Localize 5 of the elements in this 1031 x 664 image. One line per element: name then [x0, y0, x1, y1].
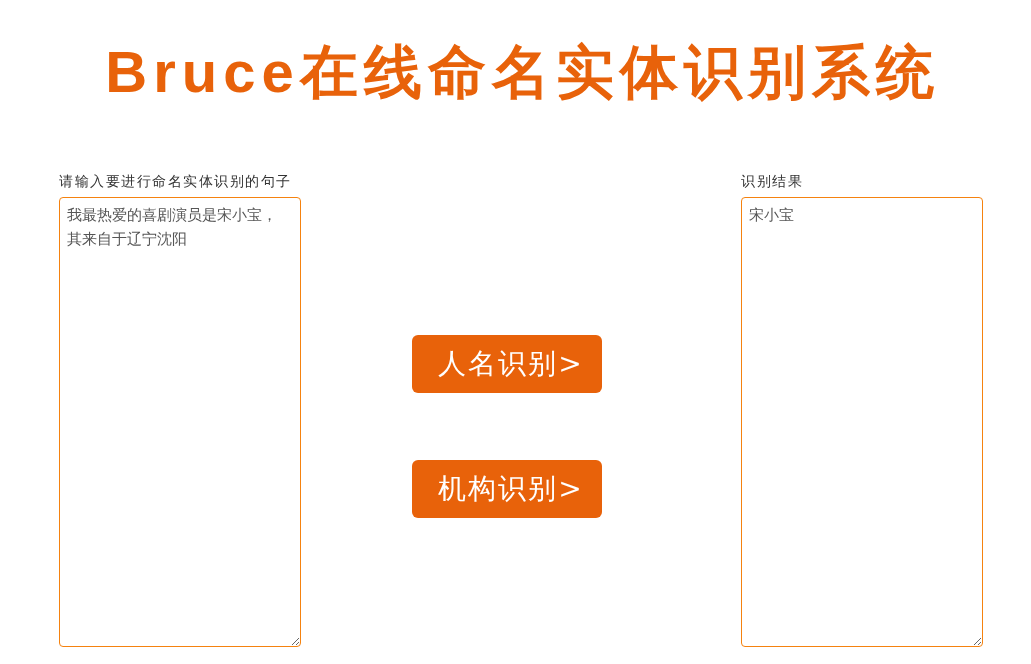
input-field[interactable]: 我最热爱的喜剧演员是宋小宝，其来自于辽宁沈阳 [59, 197, 301, 647]
page-title: Bruce在线命名实体识别系统 [105, 38, 940, 106]
result-field[interactable]: 宋小宝 [741, 197, 983, 647]
result-label: 识别结果 [741, 172, 804, 190]
input-label: 请输入要进行命名实体识别的句子 [59, 172, 293, 190]
